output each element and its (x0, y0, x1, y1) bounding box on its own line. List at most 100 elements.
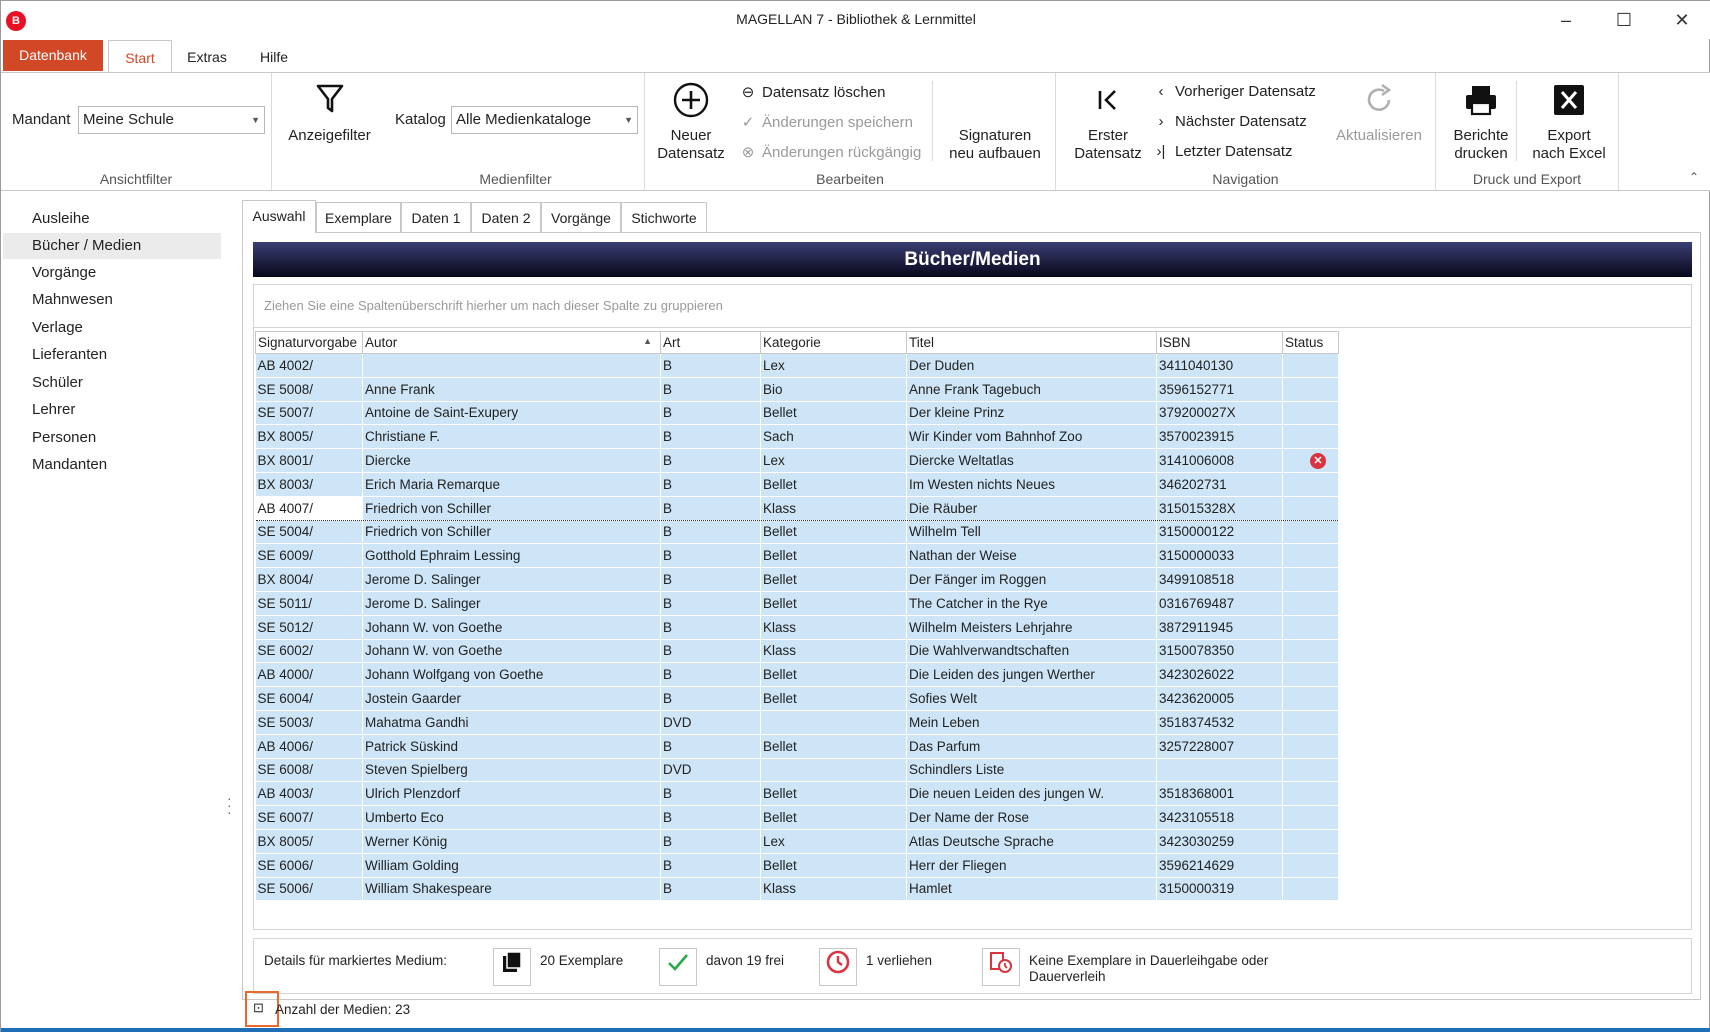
table-cell[interactable]: BX 8003/ (255, 472, 363, 497)
refresh-button[interactable]: Aktualisieren (1329, 81, 1429, 145)
table-cell[interactable]: Bellet (760, 734, 907, 759)
katalog-select[interactable]: Alle Medienkataloge ▼ (451, 106, 638, 134)
table-cell[interactable] (1282, 591, 1339, 616)
table-row[interactable]: SE 6004/Jostein Gaarder B Bellet Sofies Wel… (255, 686, 1339, 711)
table-cell[interactable] (1282, 662, 1339, 688)
table-cell[interactable] (1282, 805, 1339, 830)
splitter-handle[interactable]: · · · (227, 791, 232, 819)
table-row[interactable]: AB 4000/Johann Wolfgang von Goethe B Belle… (255, 662, 1339, 688)
table-cell[interactable]: Christiane F. (362, 424, 661, 450)
table-cell[interactable] (760, 758, 907, 783)
table-cell[interactable]: B (660, 520, 761, 545)
table-cell[interactable]: Anne Frank Tagebuch (906, 377, 1157, 402)
table-cell[interactable]: Diercke Weltatlas (906, 448, 1157, 473)
table-cell[interactable]: B (660, 591, 761, 616)
table-cell[interactable]: Bellet (760, 520, 907, 545)
table-cell[interactable]: Gotthold Ephraim Lessing (362, 543, 661, 569)
display-filter-button[interactable]: Anzeigefilter (282, 81, 377, 145)
table-cell[interactable] (1282, 829, 1339, 854)
minimize-button[interactable]: – (1537, 1, 1595, 39)
table-cell[interactable] (1282, 877, 1339, 902)
table-cell[interactable]: B (660, 377, 761, 402)
table-cell[interactable]: SE 6002/ (255, 639, 363, 664)
table-cell[interactable]: Klass (760, 615, 907, 640)
table-cell[interactable] (1282, 401, 1339, 426)
sidebar-item-buecher-medien[interactable]: Bücher / Medien (3, 233, 221, 259)
table-cell[interactable]: SE 5007/ (255, 401, 363, 426)
table-cell[interactable]: B (660, 495, 761, 521)
table-cell[interactable]: B (660, 781, 761, 807)
table-cell[interactable] (1282, 520, 1339, 545)
table-cell[interactable]: SE 5008/ (255, 377, 363, 402)
table-cell[interactable]: 346202731 (1156, 472, 1283, 497)
table-row[interactable]: BX 8001/Diercke B Lex Diercke Weltatlas 3141… (255, 448, 1339, 473)
table-cell[interactable] (1282, 686, 1339, 711)
table-cell[interactable]: 3570023915 (1156, 424, 1283, 450)
table-cell[interactable]: Mein Leben (906, 710, 1157, 735)
tab-hilfe[interactable]: Hilfe (249, 40, 299, 72)
table-cell[interactable]: Hamlet (906, 877, 1157, 902)
permanent-loan-icon[interactable] (982, 948, 1020, 986)
table-cell[interactable]: B (660, 853, 761, 878)
table-cell[interactable]: B (660, 639, 761, 664)
table-cell[interactable] (1282, 353, 1339, 378)
table-cell[interactable]: BX 8001/ (255, 448, 363, 473)
sidebar-item-ausleihe[interactable]: Ausleihe (3, 206, 221, 232)
table-cell[interactable]: AB 4002/ (255, 353, 363, 378)
column-header-status[interactable]: Status (1282, 331, 1339, 354)
table-cell[interactable]: B (660, 615, 761, 640)
table-cell[interactable]: 3411040130 (1156, 353, 1283, 378)
table-cell[interactable]: Bellet (760, 853, 907, 878)
table-cell[interactable] (362, 353, 661, 378)
table-cell[interactable]: Klass (760, 495, 907, 521)
sidebar-item-mandanten[interactable]: Mandanten (3, 452, 221, 478)
table-cell[interactable]: 3257228007 (1156, 734, 1283, 759)
table-row[interactable]: SE 5003/Mahatma Gandhi DVD Mein Leben 35183… (255, 710, 1339, 735)
table-cell[interactable]: B (660, 543, 761, 569)
table-cell[interactable]: Lex (760, 353, 907, 378)
tab-vorgaenge[interactable]: Vorgänge (541, 202, 621, 232)
table-cell[interactable]: 3423105518 (1156, 805, 1283, 830)
table-cell[interactable]: Schindlers Liste (906, 758, 1157, 783)
last-record-button[interactable]: ›| Letzter Datensatz (1153, 143, 1293, 160)
column-header-signaturvorgabe[interactable]: Signaturvorgabe (255, 331, 363, 354)
table-cell[interactable]: AB 4003/ (255, 781, 363, 807)
export-excel-button[interactable]: Export nach Excel (1523, 81, 1615, 163)
sidebar-item-schueler[interactable]: Schüler (3, 370, 221, 396)
delete-record-button[interactable]: ⊖ Datensatz löschen (740, 83, 886, 101)
table-cell[interactable] (1282, 377, 1339, 402)
table-cell[interactable] (1282, 472, 1339, 497)
table-row[interactable]: BX 8005/Christiane F. B Sach Wir Kinder vom… (255, 424, 1339, 450)
table-cell[interactable]: 315015328X (1156, 495, 1283, 521)
tab-stichworte[interactable]: Stichworte (621, 202, 707, 232)
table-cell[interactable]: B (660, 448, 761, 473)
table-cell[interactable]: Die Wahlverwandtschaften (906, 639, 1157, 664)
table-cell[interactable]: Bellet (760, 591, 907, 616)
table-cell[interactable]: Lex (760, 829, 907, 854)
table-cell[interactable]: Wilhelm Meisters Lehrjahre (906, 615, 1157, 640)
table-cell[interactable]: William Shakespeare (362, 877, 661, 902)
table-cell[interactable]: 3150000122 (1156, 520, 1283, 545)
table-cell[interactable] (1282, 424, 1339, 450)
clock-icon[interactable] (819, 948, 857, 986)
table-cell[interactable]: Bellet (760, 472, 907, 497)
table-cell[interactable]: Die neuen Leiden des jungen W. (906, 781, 1157, 807)
table-cell[interactable]: B (660, 877, 761, 902)
table-cell[interactable]: Bellet (760, 686, 907, 711)
sidebar-item-vorgaenge[interactable]: Vorgänge (3, 260, 221, 286)
table-cell[interactable]: Wilhelm Tell (906, 520, 1157, 545)
sidebar-item-personen[interactable]: Personen (3, 425, 221, 451)
table-cell[interactable]: DVD (660, 710, 761, 735)
save-changes-button[interactable]: ✓ Änderungen speichern (740, 113, 913, 131)
table-row[interactable]: AB 4003/Ulrich Plenzdorf B Bellet Die neuen… (255, 781, 1339, 807)
undo-changes-button[interactable]: ⊗ Änderungen rückgängig (740, 143, 922, 161)
table-cell[interactable]: Bellet (760, 805, 907, 830)
table-cell[interactable]: B (660, 472, 761, 497)
table-cell[interactable]: AB 4000/ (255, 662, 363, 688)
new-record-button[interactable]: Neuer Datensatz (651, 81, 731, 163)
table-cell[interactable]: B (660, 401, 761, 426)
table-cell[interactable]: Steven Spielberg (362, 758, 661, 783)
tab-start[interactable]: Start (108, 40, 172, 72)
table-cell[interactable]: SE 6006/ (255, 853, 363, 878)
table-cell[interactable]: Bio (760, 377, 907, 402)
